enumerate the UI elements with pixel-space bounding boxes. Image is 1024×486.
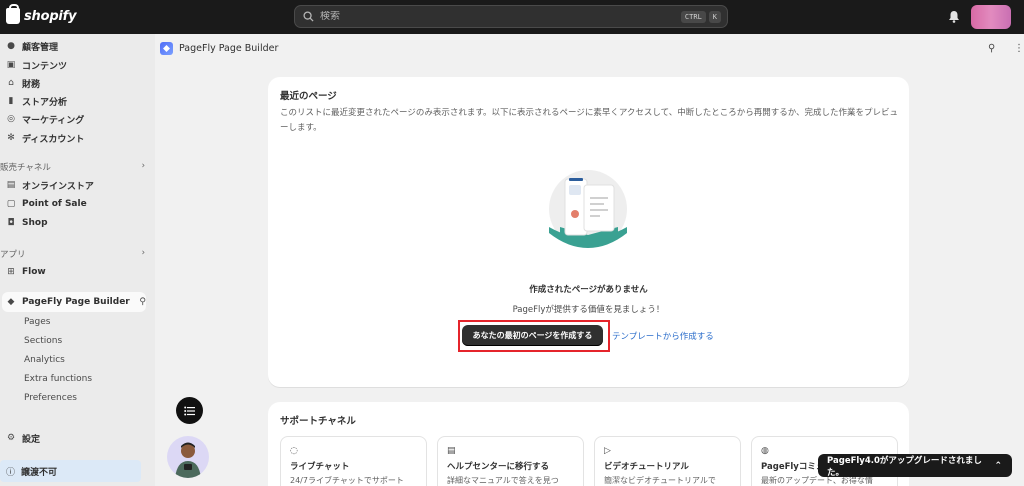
top-bar: shopify CTRL K: [0, 0, 1024, 34]
create-first-page-button[interactable]: あなたの最初のページを作成する: [462, 325, 603, 346]
nav-finance[interactable]: ⌂ 財務: [6, 74, 146, 92]
nav-customers[interactable]: ● 顧客管理: [6, 37, 146, 55]
pin-icon[interactable]: ⚲: [988, 43, 995, 54]
subnav-analytics[interactable]: Analytics: [24, 355, 65, 365]
nav-settings[interactable]: ⚙ 設定: [6, 429, 146, 447]
sidebar: ● 顧客管理 ▣ コンテンツ ⌂ 財務 ▮ ストア分析 ◎ マーケティング ✻ …: [0, 34, 155, 486]
subnav-sections[interactable]: Sections: [24, 336, 62, 346]
bar-chart-icon: ▮: [8, 96, 14, 106]
search-bar[interactable]: CTRL K: [294, 5, 728, 28]
nav-flow[interactable]: ⊞ Flow: [6, 263, 146, 281]
section-label: アプリ: [0, 250, 26, 260]
subnav-pages[interactable]: Pages: [24, 317, 50, 327]
list-icon: [184, 406, 195, 415]
upgrade-toast[interactable]: PageFly4.0がアップグレードされました。 ⌃: [818, 454, 1012, 478]
info-icon: ⓘ: [6, 467, 16, 478]
play-icon: ▷: [604, 446, 611, 456]
non-transferable-banner[interactable]: ⓘ 譲渡不可: [0, 460, 141, 482]
app-title: PageFly Page Builder: [179, 43, 279, 54]
live-chat-card[interactable]: ◌ ライブチャット 24/7ライブチャットでサポート: [280, 436, 427, 486]
pin-icon[interactable]: ⚲: [139, 297, 146, 307]
store-avatar[interactable]: [971, 5, 1011, 29]
chevron-right-icon: ›: [141, 248, 145, 258]
nav-marketing[interactable]: ◎ マーケティング: [6, 110, 146, 128]
video-tutorial-card[interactable]: ▷ ビデオチュートリアル 簡潔なビデオチュートリアルで: [594, 436, 741, 486]
empty-state-subtitle: PageFlyが提供する価値を見ましょう！: [512, 305, 665, 315]
nav-label: Shop: [22, 218, 48, 228]
document-icon: ▤: [447, 446, 456, 456]
nav-discounts[interactable]: ✻ ディスカウント: [6, 129, 146, 147]
person-photo: [175, 442, 201, 478]
nav-label: 設定: [22, 434, 41, 445]
nav-label: 顧客管理: [22, 42, 59, 53]
nav-pagefly[interactable]: ◆ PageFly Page Builder ⚲: [6, 293, 146, 311]
shop-icon: ◘: [7, 218, 15, 228]
banner-label: 譲渡不可: [21, 467, 58, 478]
recent-pages-card: 最近のページ このリストに最近変更されたページのみ表示されます。以下に表示される…: [268, 77, 909, 387]
pagefly-logo-icon: [160, 42, 173, 55]
empty-state-title: 作成されたページがありません: [529, 285, 648, 295]
pos-icon: ▢: [6, 199, 16, 209]
recent-pages-description: このリストに最近変更されたページのみ表示されます。以下に表示されるページに素早く…: [280, 108, 899, 133]
nav-label: オンラインストア: [22, 181, 94, 192]
card-title: ビデオチュートリアル: [604, 462, 689, 472]
target-icon: ◎: [7, 114, 15, 124]
chevron-right-icon: ›: [141, 161, 145, 171]
chat-icon: ◌: [290, 446, 298, 456]
more-icon[interactable]: ⋮: [1014, 43, 1024, 54]
support-title: サポートチャネル: [280, 416, 356, 427]
brand-name: shopify: [24, 8, 77, 24]
discount-icon: ✻: [7, 133, 15, 143]
search-input[interactable]: [320, 11, 678, 22]
nav-label: Point of Sale: [22, 199, 87, 209]
flow-icon: ⊞: [7, 267, 15, 277]
section-label: 販売チャネル: [0, 163, 51, 173]
store-icon: ▤: [6, 180, 16, 190]
card-desc: 詳細なマニュアルで答えを見つ: [447, 476, 559, 485]
subnav-preferences[interactable]: Preferences: [24, 393, 77, 403]
image-icon: ▣: [6, 60, 16, 70]
nav-content[interactable]: ▣ コンテンツ: [6, 56, 146, 74]
help-center-card[interactable]: ▤ ヘルプセンターに移行する 詳細なマニュアルで答えを見つ: [437, 436, 584, 486]
bell-icon[interactable]: [948, 10, 960, 23]
card-title: ライブチャット: [290, 462, 350, 472]
toast-message: PageFly4.0がアップグレードされました。: [827, 455, 982, 478]
nav-label: ストア分析: [22, 97, 68, 108]
nav-label: ディスカウント: [22, 134, 85, 145]
create-from-template-link[interactable]: テンプレートから作成する: [612, 330, 714, 342]
nav-point-of-sale[interactable]: ▢ Point of Sale: [6, 195, 146, 213]
nav-online-store[interactable]: ▤ オンラインストア: [6, 176, 146, 194]
pagefly-icon: ◆: [7, 297, 15, 307]
nav-label: マーケティング: [22, 115, 85, 126]
shopify-bag-icon: [6, 4, 20, 24]
card-desc: 24/7ライブチャットでサポート: [290, 476, 404, 485]
bank-icon: ⌂: [8, 78, 14, 88]
shortcut-k: K: [708, 10, 721, 23]
apps-heading[interactable]: アプリ ›: [0, 248, 145, 260]
shortcut-ctrl: CTRL: [680, 10, 706, 23]
nav-label: 財務: [22, 79, 41, 90]
subnav-extra-functions[interactable]: Extra functions: [24, 374, 92, 384]
nav-label: Flow: [22, 267, 46, 277]
shopify-logo[interactable]: shopify: [6, 4, 77, 24]
support-agent-avatar[interactable]: [167, 436, 209, 478]
empty-state-illustration: [549, 170, 627, 248]
nav-analytics[interactable]: ▮ ストア分析: [6, 92, 146, 110]
person-icon: ●: [7, 41, 15, 51]
card-title: ヘルプセンターに移行する: [447, 462, 550, 472]
search-icon: [303, 11, 314, 22]
list-menu-button[interactable]: [176, 397, 203, 424]
nav-label: コンテンツ: [22, 61, 68, 72]
nav-shop[interactable]: ◘ Shop: [6, 214, 146, 232]
recent-pages-title: 最近のページ: [280, 91, 337, 102]
app-header: PageFly Page Builder: [160, 42, 278, 55]
nav-label: PageFly Page Builder: [22, 297, 130, 307]
card-desc: 簡潔なビデオチュートリアルで: [604, 476, 716, 485]
chevron-up-icon[interactable]: ⌃: [994, 461, 1002, 471]
sales-channels-heading[interactable]: 販売チャネル ›: [0, 161, 145, 173]
gear-icon: ⚙: [6, 433, 16, 443]
